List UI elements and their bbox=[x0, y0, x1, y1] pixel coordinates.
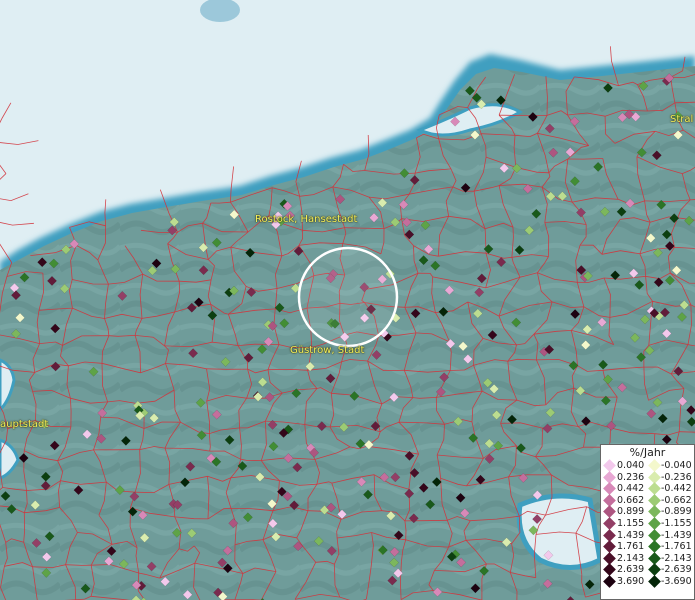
legend-row: 0.899 -0.899 bbox=[601, 505, 694, 519]
legend-swatch-negative bbox=[648, 459, 661, 472]
legend-swatch-positive bbox=[603, 517, 616, 530]
legend-swatch-positive bbox=[603, 540, 616, 554]
legend-swatch-positive bbox=[603, 575, 616, 588]
legend-value-positive: 0.040 bbox=[617, 460, 645, 471]
legend-value-negative: -3.690 bbox=[661, 575, 692, 587]
legend-value-negative: -0.040 bbox=[661, 460, 692, 471]
legend-row: 0.442 -0.442 bbox=[601, 482, 694, 496]
legend-row: 1.761 -1.761 bbox=[601, 540, 694, 554]
legend-value-positive: 1.155 bbox=[617, 517, 645, 529]
highlight-ring[interactable] bbox=[297, 246, 399, 348]
map-canvas[interactable] bbox=[0, 0, 695, 600]
legend-row: 2.639 -2.639 bbox=[601, 563, 694, 577]
legend-value-negative: -1.155 bbox=[661, 517, 692, 529]
legend-row: 3.690 -3.690 bbox=[601, 575, 694, 588]
legend-value-positive: 3.690 bbox=[617, 575, 645, 587]
legend-value-negative: -2.143 bbox=[661, 552, 692, 564]
legend-value-negative: -0.662 bbox=[661, 494, 692, 506]
legend-swatch-positive bbox=[603, 459, 616, 472]
legend-value-negative: -2.639 bbox=[661, 564, 692, 576]
place-label-rostock[interactable]: Rostock, Hansestadt bbox=[255, 214, 357, 225]
legend-value-positive: 1.761 bbox=[617, 541, 645, 553]
legend-swatch-negative bbox=[648, 517, 661, 530]
legend-row: 1.155 -1.155 bbox=[601, 517, 694, 530]
legend-value-positive: 2.639 bbox=[617, 564, 645, 576]
legend-title: %/Jahr bbox=[629, 446, 666, 459]
legend-rows: 0.040 -0.040 0.236 -0.236 0.442 -0.442 0.662 -0… bbox=[601, 459, 694, 588]
legend-value-negative: -0.442 bbox=[661, 483, 692, 495]
legend-row: 2.143 -2.143 bbox=[601, 551, 694, 565]
place-label-guestrow[interactable]: Güstrow, Stadt bbox=[290, 345, 364, 356]
legend-row: 0.662 -0.662 bbox=[601, 493, 694, 507]
legend-row: 0.040 -0.040 bbox=[601, 459, 694, 472]
map-legend: %/Jahr 0.040 -0.040 0.236 -0.236 0.442 -0.442… bbox=[600, 444, 695, 600]
legend-value-positive: 0.442 bbox=[617, 483, 645, 495]
legend-value-negative: -0.236 bbox=[661, 471, 692, 483]
legend-value-positive: 0.899 bbox=[617, 506, 645, 518]
legend-value-positive: 1.439 bbox=[617, 529, 645, 541]
legend-value-negative: -0.899 bbox=[661, 506, 692, 518]
place-label-schwerin[interactable]: auptstadt bbox=[0, 419, 48, 430]
legend-value-negative: -1.761 bbox=[661, 541, 692, 553]
legend-value-positive: 2.143 bbox=[617, 552, 645, 564]
legend-swatch-negative bbox=[648, 575, 661, 588]
legend-row: 1.439 -1.439 bbox=[601, 528, 694, 542]
legend-swatch-negative bbox=[648, 540, 661, 554]
place-label-stralsund[interactable]: Stral bbox=[670, 114, 693, 125]
legend-row: 0.236 -0.236 bbox=[601, 470, 694, 484]
legend-value-negative: -1.439 bbox=[661, 529, 692, 541]
legend-value-positive: 0.236 bbox=[617, 471, 645, 483]
legend-value-positive: 0.662 bbox=[617, 494, 645, 506]
